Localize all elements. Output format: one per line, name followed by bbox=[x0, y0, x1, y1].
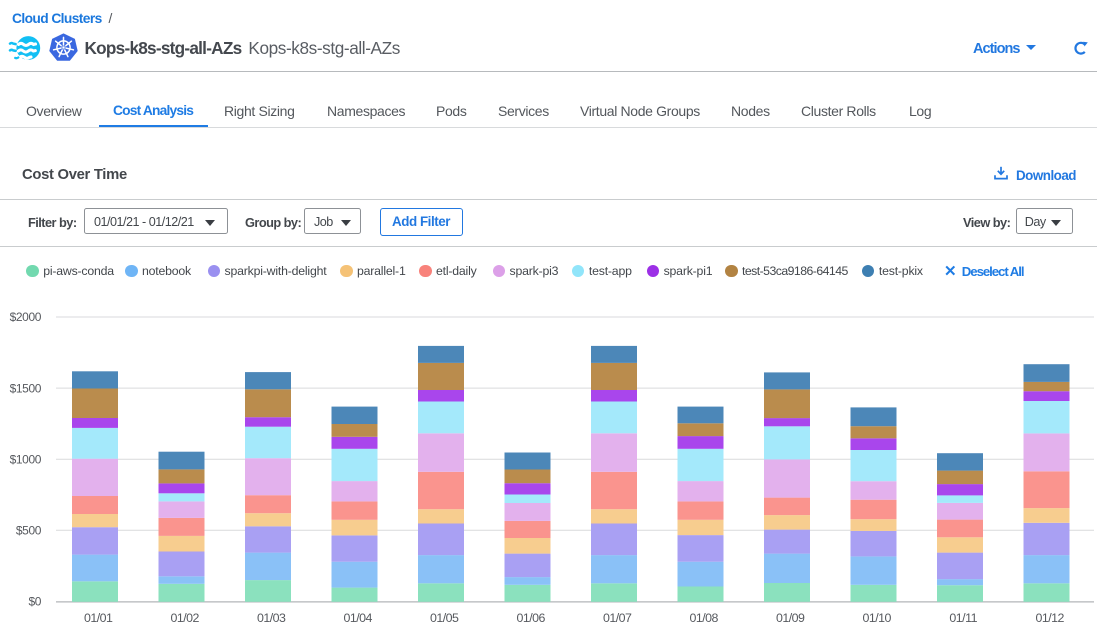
svg-text:$2000: $2000 bbox=[10, 310, 42, 324]
svg-text:01/12: 01/12 bbox=[1035, 611, 1064, 625]
svg-text:01/04: 01/04 bbox=[343, 611, 372, 625]
svg-text:01/06: 01/06 bbox=[516, 611, 545, 625]
svg-text:01/11: 01/11 bbox=[949, 611, 977, 625]
svg-text:$1000: $1000 bbox=[10, 452, 42, 466]
svg-text:01/01: 01/01 bbox=[84, 611, 113, 625]
svg-text:$1500: $1500 bbox=[10, 381, 42, 395]
svg-text:01/08: 01/08 bbox=[689, 611, 718, 625]
svg-text:01/05: 01/05 bbox=[430, 611, 459, 625]
svg-text:01/03: 01/03 bbox=[257, 611, 286, 625]
svg-text:01/10: 01/10 bbox=[862, 611, 891, 625]
svg-text:01/07: 01/07 bbox=[603, 611, 632, 625]
svg-text:$0: $0 bbox=[28, 595, 41, 609]
svg-text:$500: $500 bbox=[16, 524, 42, 538]
svg-text:01/09: 01/09 bbox=[776, 611, 805, 625]
svg-text:01/02: 01/02 bbox=[170, 611, 199, 625]
